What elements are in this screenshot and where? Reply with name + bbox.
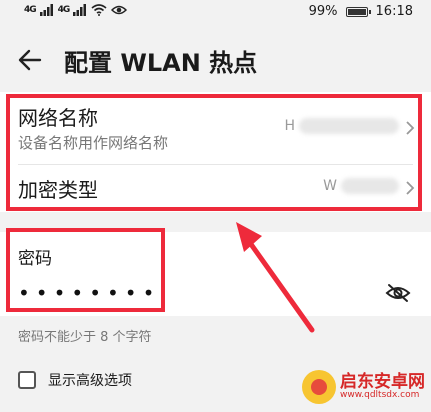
status-right: 99% 16:18 [309, 4, 413, 19]
advanced-option-row[interactable]: 显示高级选项 [18, 370, 132, 390]
advanced-option-checkbox[interactable] [18, 371, 36, 389]
watermark-logo-icon [302, 370, 336, 404]
password-label: 密码 [18, 249, 52, 269]
back-arrow-icon[interactable] [16, 46, 44, 74]
encryption-value: W [323, 178, 399, 194]
password-input[interactable] [18, 278, 348, 308]
encryption-value-text: W [323, 178, 337, 194]
wifi-icon [91, 4, 107, 16]
chevron-right-icon [406, 181, 415, 195]
network-name-value-text: H [284, 118, 295, 134]
status-left: 4G 4G [24, 4, 128, 16]
password-card: 密码 [0, 232, 431, 316]
watermark-text: 启东安卓网 www.qdltsdx.com [340, 373, 425, 402]
redacted-blur-2 [341, 178, 399, 194]
redacted-blur [299, 118, 399, 134]
advanced-option-label: 显示高级选项 [48, 373, 132, 389]
network-name-row[interactable]: 网络名称 设备名称用作网络名称 H [0, 92, 431, 164]
eye-icon [111, 5, 128, 15]
page-title: 配置 WLAN 热点 [64, 49, 258, 77]
signal-icon-2: 4G [57, 5, 71, 15]
settings-card: 网络名称 设备名称用作网络名称 H 加密类型 W [0, 92, 431, 212]
title-bar: 配置 WLAN 热点 [0, 34, 431, 86]
encryption-label: 加密类型 [18, 178, 98, 202]
network-name-value: H [284, 118, 399, 134]
network-name-subtitle: 设备名称用作网络名称 [18, 134, 169, 152]
clock: 16:18 [375, 4, 413, 19]
watermark: 启东安卓网 www.qdltsdx.com [302, 370, 425, 404]
watermark-url: www.qdltsdx.com [340, 390, 420, 401]
status-bar: 4G 4G 99% 16:18 [0, 0, 431, 26]
cellular-bars-icon [39, 4, 53, 16]
chevron-right-icon [406, 121, 415, 135]
encryption-row[interactable]: 加密类型 W [0, 164, 431, 212]
battery-percent: 99% [308, 4, 338, 19]
network-name-label: 网络名称 [18, 106, 98, 130]
password-hint: 密码不能少于 8 个字符 [18, 330, 152, 345]
cellular-bars-icon-2 [73, 4, 87, 16]
signal-icon: 4G [24, 5, 37, 15]
eye-slash-icon[interactable] [385, 282, 411, 304]
watermark-title: 启东安卓网 [340, 371, 425, 392]
battery-icon [345, 6, 371, 17]
